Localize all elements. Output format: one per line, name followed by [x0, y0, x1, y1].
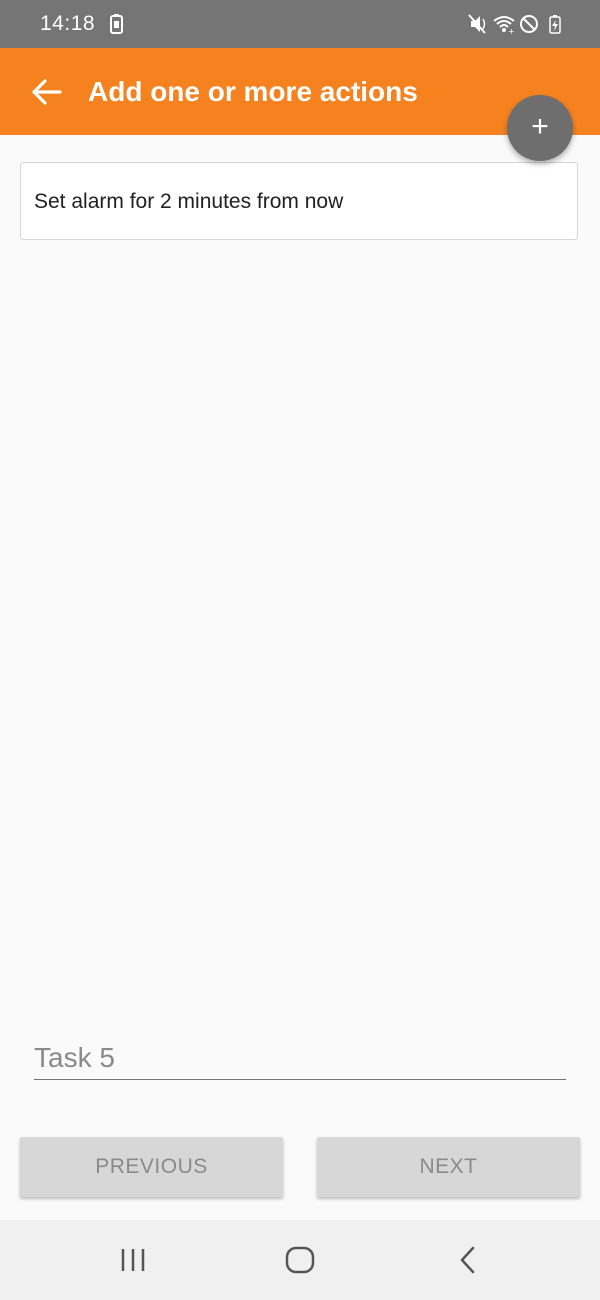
action-label: Set alarm for 2 minutes from now — [34, 190, 344, 213]
home-icon[interactable] — [280, 1240, 320, 1280]
screenshot-icon — [106, 13, 128, 35]
recent-apps-icon[interactable] — [113, 1240, 153, 1280]
screen: 14:18 + Add one or more actions + Set al… — [0, 0, 600, 1300]
page-title: Add one or more actions — [88, 76, 418, 107]
arrow-back-icon[interactable] — [28, 74, 64, 110]
vibrate-icon — [467, 13, 489, 35]
action-list-item[interactable]: Set alarm for 2 minutes from now — [20, 162, 578, 240]
battery-icon — [544, 13, 566, 35]
next-button[interactable]: NEXT — [317, 1137, 580, 1197]
previous-button[interactable]: PREVIOUS — [20, 1137, 283, 1197]
status-time: 14:18 — [40, 12, 96, 35]
plus-icon: + — [531, 110, 549, 143]
status-bar: 14:18 + — [0, 0, 600, 48]
wifi-icon: + — [493, 13, 515, 36]
task-name-input[interactable] — [34, 1036, 566, 1080]
back-icon[interactable] — [448, 1240, 488, 1280]
do-not-disturb-icon — [518, 13, 540, 35]
svg-text:+: + — [508, 27, 515, 35]
add-action-button[interactable]: + — [507, 95, 573, 161]
system-nav-bar — [0, 1220, 600, 1300]
